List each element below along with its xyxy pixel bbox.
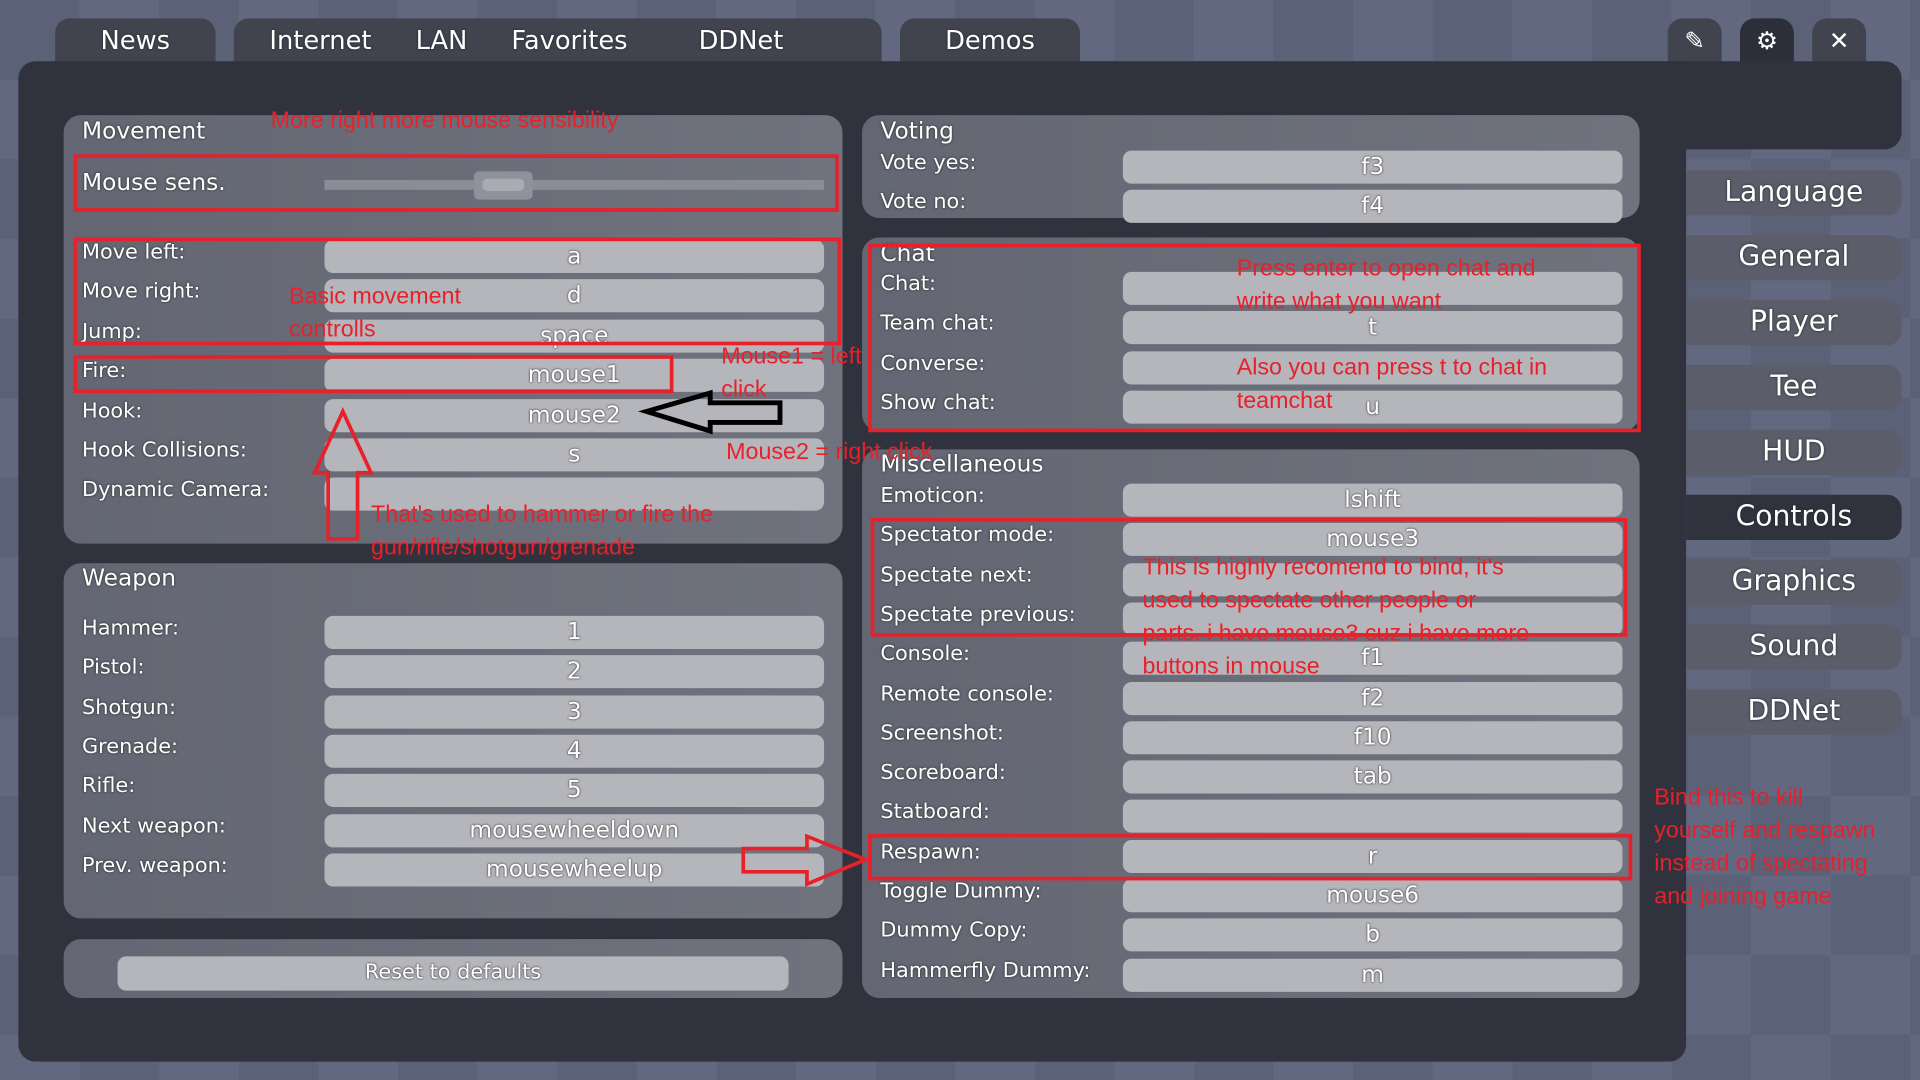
red-up-arrow xyxy=(311,407,374,541)
red-right-arrow xyxy=(741,833,871,887)
note-chat: Press enter to open chat and write what … xyxy=(1236,255,1536,315)
note-mouse2: Mouse2 = right click xyxy=(726,439,933,466)
note-movement: Basic movement controlls xyxy=(288,284,461,343)
note-mouse1: Mouse1 = left click xyxy=(721,344,862,403)
note-respawn: Bind this to kill yourself and respawn i… xyxy=(1654,784,1876,910)
settings-screen: News Internet LAN Favorites DDNet Demos … xyxy=(0,0,1920,1080)
annotation-arrows xyxy=(311,389,871,887)
note-teamchat: Also you can press t to chat in teamchat xyxy=(1236,355,1548,414)
note-spectate: This is highly recomend to bind, it's us… xyxy=(1142,554,1530,680)
note-mouse-sens: More right more mouse sensibility xyxy=(270,107,619,134)
note-fire: That's used to hammer or fire the gun/ri… xyxy=(371,502,713,561)
